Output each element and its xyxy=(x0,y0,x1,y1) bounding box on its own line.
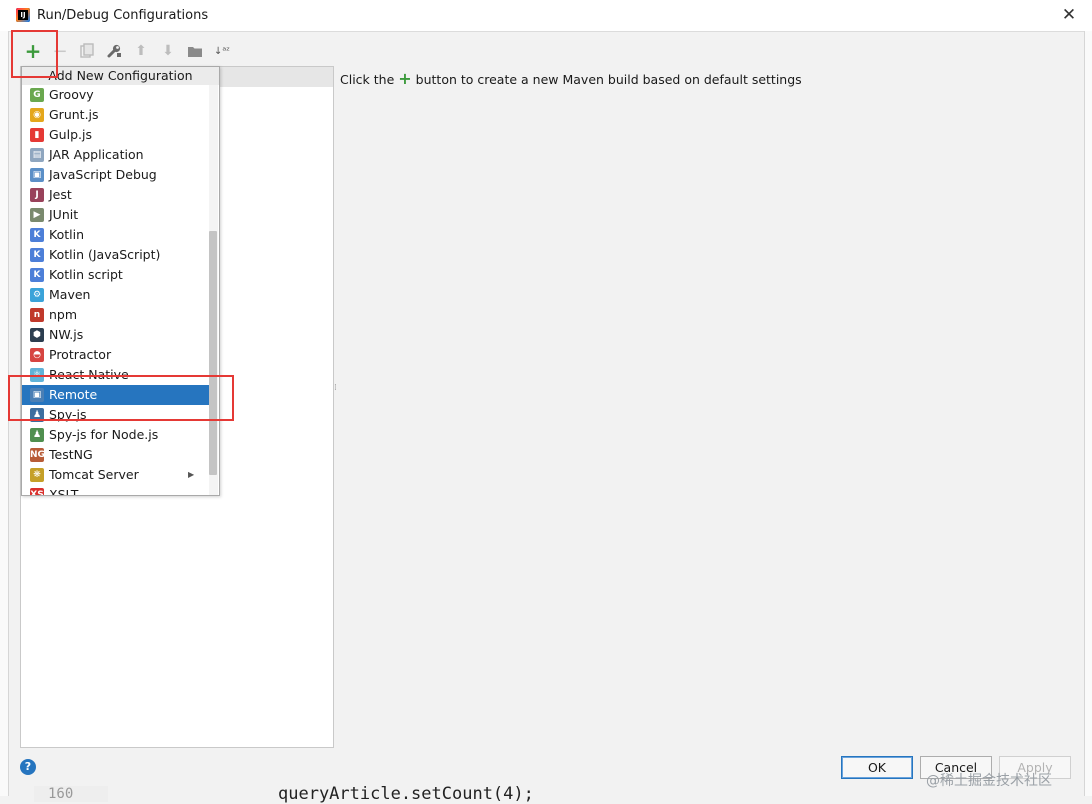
sort-alphabetically-icon[interactable]: ↓ᵃᶻ xyxy=(212,40,232,62)
kotlin-script-icon: K xyxy=(30,268,44,282)
popup-item-label: JAR Application xyxy=(49,147,144,162)
window-title: Run/Debug Configurations xyxy=(37,8,209,23)
submenu-arrow-icon: ▶ xyxy=(188,470,195,479)
js-debug-icon: ▣ xyxy=(30,168,44,182)
kotlin-icon: K xyxy=(30,228,44,242)
copy-configuration-icon[interactable] xyxy=(77,40,97,62)
ide-right-edge xyxy=(1084,31,1092,796)
editor-code-line: queryArticle.setCount(4); xyxy=(278,784,534,804)
popup-item-npm[interactable]: n npm xyxy=(22,305,209,325)
popup-item-junit[interactable]: ▶ JUnit xyxy=(22,205,209,225)
protractor-icon: ◓ xyxy=(30,348,44,362)
move-down-icon[interactable]: ⬇ xyxy=(158,40,178,62)
ok-button[interactable]: OK xyxy=(841,756,913,779)
popup-item-label: Protractor xyxy=(49,347,112,362)
popup-item-xslt[interactable]: XS XSLT xyxy=(22,485,209,496)
popup-item-label: Kotlin xyxy=(49,227,84,242)
popup-item-label: Maven xyxy=(49,287,91,302)
add-plus-icon: + xyxy=(398,69,412,88)
kotlin-js-icon: K xyxy=(30,248,44,262)
popup-item-label: Jest xyxy=(49,187,72,202)
site-watermark: @稀土掘金技术社区 xyxy=(926,773,1052,789)
popup-item-label: Groovy xyxy=(49,87,94,102)
groovy-icon: G xyxy=(30,88,44,102)
highlight-box-add-button xyxy=(11,30,58,78)
popup-item-label: TestNG xyxy=(49,447,93,462)
junit-icon: ▶ xyxy=(30,208,44,222)
hint-text-after: button to create a new Maven build based… xyxy=(415,72,802,87)
npm-icon: n xyxy=(30,308,44,322)
popup-item-javascript-debug[interactable]: ▣ JavaScript Debug xyxy=(22,165,209,185)
tomcat-icon: ❋ xyxy=(30,468,44,482)
editor-line-number: 160 xyxy=(34,786,108,802)
spy-js-node-icon: ♟ xyxy=(30,428,44,442)
popup-item-spy-js-for-node-js[interactable]: ♟ Spy-js for Node.js xyxy=(22,425,209,445)
testng-icon: NG xyxy=(30,448,45,462)
close-button[interactable]: ✕ xyxy=(1058,4,1080,26)
popup-item-label: JUnit xyxy=(49,207,79,222)
popup-item-label: Gulp.js xyxy=(49,127,92,142)
popup-item-label: Kotlin (JavaScript) xyxy=(49,247,161,262)
popup-item-tomcat-server[interactable]: ❋ Tomcat Server ▶ xyxy=(22,465,209,485)
empty-state-hint: Click the + button to create a new Maven… xyxy=(340,69,802,88)
popup-item-maven[interactable]: ⚙ Maven xyxy=(22,285,209,305)
add-new-configuration-popup[interactable]: Add New Configuration G Groovy ◉ Grunt.js ▮ G… xyxy=(21,66,220,496)
title-bar: Run/Debug Configurations ✕ xyxy=(0,0,1092,32)
popup-item-label: Spy-js for Node.js xyxy=(49,427,159,442)
create-folder-icon[interactable] xyxy=(185,40,205,62)
xslt-icon: XS xyxy=(30,488,44,495)
popup-item-gulp-js[interactable]: ▮ Gulp.js xyxy=(22,125,209,145)
popup-item-label: Grunt.js xyxy=(49,107,99,122)
move-up-icon[interactable]: ⬆ xyxy=(131,40,151,62)
maven-icon: ⚙ xyxy=(30,288,44,302)
popup-item-label: Kotlin script xyxy=(49,267,123,282)
popup-item-kotlin[interactable]: K Kotlin xyxy=(22,225,209,245)
popup-item-label: XSLT xyxy=(49,487,79,496)
nwjs-icon: ⬢ xyxy=(30,328,44,342)
popup-item-grunt-js[interactable]: ◉ Grunt.js xyxy=(22,105,209,125)
popup-item-protractor[interactable]: ◓ Protractor xyxy=(22,345,209,365)
popup-item-label: JavaScript Debug xyxy=(49,167,157,182)
grunt-icon: ◉ xyxy=(30,108,44,122)
popup-item-kotlin-javascript[interactable]: K Kotlin (JavaScript) xyxy=(22,245,209,265)
popup-item-label: npm xyxy=(49,307,78,322)
help-button[interactable]: ? xyxy=(20,759,36,775)
popup-scrollbar-thumb[interactable] xyxy=(209,231,217,475)
intellij-app-icon xyxy=(16,8,30,22)
popup-item-nw-js[interactable]: ⬢ NW.js xyxy=(22,325,209,345)
jar-icon: ▤ xyxy=(30,148,44,162)
popup-item-kotlin-script[interactable]: K Kotlin script xyxy=(22,265,209,285)
panel-splitter-handle[interactable]: ⁞ xyxy=(334,384,338,400)
gulp-icon: ▮ xyxy=(30,128,44,142)
popup-item-groovy[interactable]: G Groovy xyxy=(22,85,209,105)
edit-defaults-wrench-icon[interactable] xyxy=(104,40,124,62)
popup-item-jar-application[interactable]: ▤ JAR Application xyxy=(22,145,209,165)
popup-item-label: NW.js xyxy=(49,327,84,342)
hint-text-before: Click the xyxy=(340,72,395,87)
highlight-box-remote-item xyxy=(8,375,234,421)
popup-item-testng[interactable]: NG TestNG xyxy=(22,445,209,465)
popup-item-jest[interactable]: J Jest xyxy=(22,185,209,205)
popup-item-label: Tomcat Server xyxy=(49,467,139,482)
jest-icon: J xyxy=(30,188,44,202)
